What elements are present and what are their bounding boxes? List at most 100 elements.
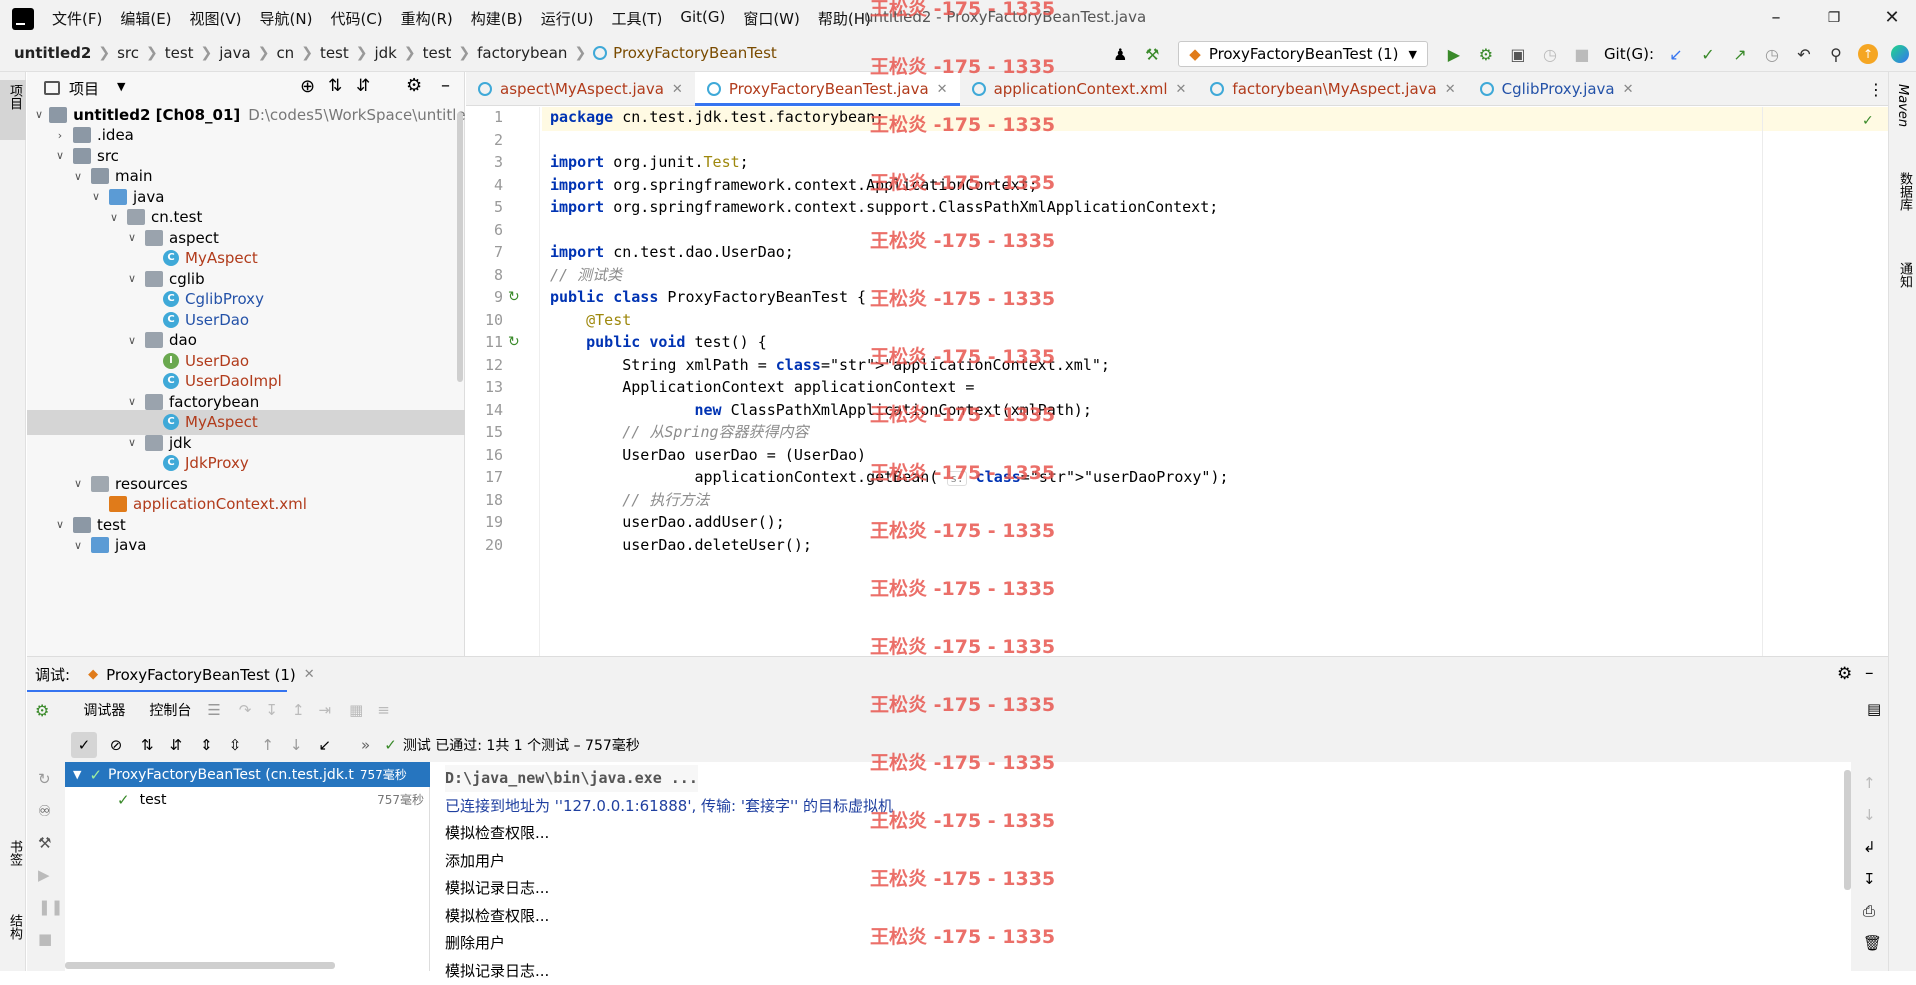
chevron-down-icon[interactable]: ∨ <box>53 518 67 531</box>
git-commit-icon[interactable]: ✓ <box>1695 41 1721 67</box>
intellij-logo-icon[interactable] <box>12 8 34 30</box>
expand-all-icon[interactable]: ⇕ <box>200 736 213 754</box>
search-icon[interactable]: ⚲ <box>1823 41 1849 67</box>
run-gutter-icon[interactable]: ↻ <box>508 289 520 305</box>
chevron-down-icon[interactable]: ∨ <box>71 539 85 552</box>
step-out-icon[interactable]: ↥ <box>292 701 305 719</box>
chevron-down-icon[interactable]: ▼ <box>117 80 125 93</box>
show-passed-icon[interactable]: ✓ <box>71 732 97 758</box>
sort-duration-icon[interactable]: ⇵ <box>170 736 183 754</box>
chevron-down-icon[interactable]: ∨ <box>125 395 139 408</box>
menu-item[interactable]: 窗口(W) <box>743 8 800 29</box>
code-line[interactable]: package cn.test.jdk.test.factorybean; <box>550 107 884 132</box>
close-icon[interactable]: ✕ <box>1880 6 1904 30</box>
build-hammer-icon[interactable]: ⚒ <box>1139 41 1165 67</box>
evaluate-icon[interactable]: ▦ <box>349 701 363 719</box>
debug-bug-icon[interactable]: ⚙ <box>35 701 49 720</box>
run-to-cursor-icon[interactable]: ⇥ <box>319 701 332 719</box>
menu-icon[interactable]: ☰ <box>207 701 220 719</box>
run-gutter-icon[interactable]: ↻ <box>508 334 520 350</box>
debug-session-tab[interactable]: ProxyFactoryBeanTest (1) <box>106 666 296 684</box>
rerun-icon[interactable]: ↻ <box>38 770 51 788</box>
menu-item[interactable]: 工具(T) <box>611 8 662 29</box>
step-into-icon[interactable]: ↧ <box>265 701 278 719</box>
breadcrumb-item[interactable]: test <box>165 44 194 62</box>
menu-item[interactable]: 运行(U) <box>541 8 594 29</box>
import-tests-icon[interactable]: ↙ <box>318 736 331 754</box>
run-config-select[interactable]: ◆ ProxyFactoryBeanTest (1) ▼ <box>1178 41 1428 67</box>
locate-icon[interactable]: ⊕ <box>300 76 315 97</box>
chevron-down-icon[interactable]: ∨ <box>107 211 121 224</box>
chevron-down-icon[interactable]: ∨ <box>35 108 43 121</box>
breadcrumb-item[interactable]: java <box>219 44 250 62</box>
gear-icon[interactable]: ⚙ <box>406 75 422 96</box>
notifications-tool-button[interactable]: 通知 <box>1895 262 1914 288</box>
collapse-all-icon[interactable]: ⇵ <box>356 76 370 96</box>
project-panel-title[interactable]: 项目 <box>69 78 99 99</box>
close-icon[interactable]: ✕ <box>1176 82 1187 97</box>
breadcrumb-item[interactable]: test <box>423 44 452 62</box>
prev-failed-icon[interactable]: ↑ <box>261 736 274 754</box>
chevron-down-icon[interactable]: ∨ <box>125 334 139 347</box>
restore-layout-icon[interactable]: ♾ <box>38 802 51 820</box>
clear-icon[interactable]: 🗑 <box>1863 934 1882 952</box>
database-tool-button[interactable]: 数据库 <box>1895 172 1914 211</box>
editor-tab[interactable]: CglibProxy.java ✕ <box>1468 72 1646 106</box>
menu-item[interactable]: 视图(V) <box>190 8 242 29</box>
run-icon[interactable]: ▶ <box>1441 41 1467 67</box>
minimize-icon[interactable]: – <box>1764 6 1788 30</box>
test-child-row[interactable]: ✓ test 757毫秒 <box>65 787 430 812</box>
pause-icon[interactable]: ❚❚ <box>38 898 63 916</box>
menu-item[interactable]: 重构(R) <box>401 8 453 29</box>
sort-alpha-icon[interactable]: ⇅ <box>141 736 154 754</box>
code-editor[interactable]: ✓ package cn.test.jdk.test.factorybean; i… <box>542 107 1888 656</box>
structure-tool-button[interactable]: 结构 <box>5 914 24 940</box>
menu-item[interactable]: 帮助(H) <box>818 8 871 29</box>
tab-debugger[interactable]: 调试器 <box>75 696 133 724</box>
code-line[interactable]: import org.springframework.context.suppo… <box>550 194 1218 222</box>
breadcrumb-item[interactable]: cn <box>276 44 294 62</box>
coverage-icon[interactable]: ▣ <box>1505 41 1531 67</box>
gear-icon[interactable]: ⚙ <box>1837 664 1852 684</box>
more-tabs-icon[interactable]: ⋮ <box>1868 80 1884 99</box>
chevron-down-icon[interactable]: ∨ <box>125 272 139 285</box>
maven-tool-button[interactable]: Maven <box>1895 84 1910 127</box>
menu-item[interactable]: 文件(F) <box>52 8 102 29</box>
scroll-to-end-icon[interactable]: ↧ <box>1863 870 1876 888</box>
chevron-down-icon[interactable]: ∨ <box>53 149 67 162</box>
breadcrumb-item[interactable]: test <box>320 44 349 62</box>
bookmarks-tool-button[interactable]: 书签 <box>5 840 24 866</box>
git-push-icon[interactable]: ↗ <box>1727 41 1753 67</box>
print-icon[interactable]: ⎙ <box>1863 902 1875 920</box>
code-line[interactable]: userDao.deleteUser(); <box>550 532 812 560</box>
soft-wrap-icon[interactable]: ↲ <box>1863 838 1876 856</box>
chevron-down-icon[interactable]: ∨ <box>71 170 85 183</box>
close-icon[interactable]: ✕ <box>937 82 948 97</box>
resume-icon[interactable]: ▶ <box>38 866 50 884</box>
inspection-ok-icon[interactable]: ✓ <box>1862 113 1874 129</box>
tab-console[interactable]: 控制台 <box>141 696 200 731</box>
chevron-down-icon[interactable]: ∨ <box>89 190 103 203</box>
breadcrumb-item[interactable]: jdk <box>374 44 396 62</box>
breadcrumb-item[interactable]: ProxyFactoryBeanTest <box>613 44 777 62</box>
breadcrumb-item[interactable]: src <box>117 44 139 62</box>
history-icon[interactable]: ◷ <box>1759 41 1785 67</box>
more-icon[interactable]: » <box>361 736 370 754</box>
console-scrollbar[interactable] <box>1844 770 1851 890</box>
chevron-down-icon[interactable]: ∨ <box>71 477 85 490</box>
close-icon[interactable]: ✕ <box>1445 82 1456 97</box>
test-root-row[interactable]: ▼ ✓ ProxyFactoryBeanTest (cn.test.jdk.t … <box>65 762 430 787</box>
close-icon[interactable]: ✕ <box>672 82 683 97</box>
editor-tab[interactable]: factorybean\MyAspect.java ✕ <box>1198 72 1467 106</box>
hide-icon[interactable]: – <box>441 75 450 96</box>
close-icon[interactable]: ✕ <box>304 667 315 682</box>
menu-item[interactable]: 代码(C) <box>330 8 382 29</box>
tree-item[interactable]: ∨ java <box>27 533 465 558</box>
settings-wrench-icon[interactable]: ⚒ <box>38 834 51 852</box>
menu-item[interactable]: Git(G) <box>680 8 725 29</box>
editor-tab[interactable]: aspect\MyAspect.java ✕ <box>466 72 695 106</box>
layout-icon[interactable]: ▤ <box>1867 700 1881 718</box>
stop-icon[interactable]: ■ <box>1569 41 1595 67</box>
chevron-down-icon[interactable]: ∨ <box>125 436 139 449</box>
stop-icon[interactable]: ■ <box>38 930 52 948</box>
